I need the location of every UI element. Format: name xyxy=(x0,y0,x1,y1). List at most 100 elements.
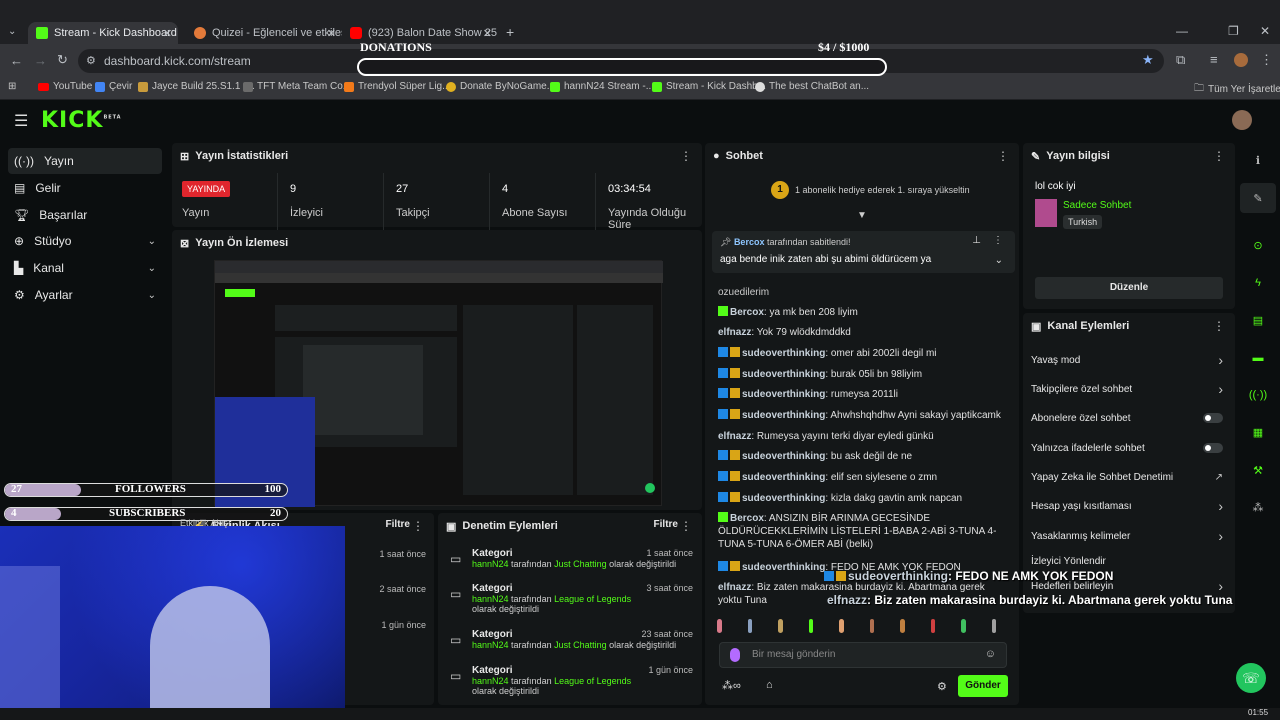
chat-username[interactable]: sudeoverthinking xyxy=(742,389,825,400)
chat-username[interactable]: Bercox xyxy=(730,513,764,524)
minimize-icon[interactable]: — xyxy=(1176,24,1188,38)
camera-icon[interactable]: ⊙ xyxy=(1240,230,1276,260)
channel-action-item[interactable]: Yavaş mod › xyxy=(1031,352,1231,368)
chat-username[interactable]: sudeoverthinking xyxy=(742,348,825,359)
note-icon[interactable]: ▤ xyxy=(1240,305,1276,335)
category-link[interactable]: Sadece Sohbet xyxy=(1063,200,1131,211)
tab-quizei[interactable]: Quizei - Eğlenceli ve etkileşimli ✕ xyxy=(186,22,342,44)
chat-settings-icon[interactable]: ⚙ xyxy=(937,680,947,693)
channel-action-item[interactable]: İzleyici Yönlendir xyxy=(1031,553,1231,569)
mod-user[interactable]: hannN24 xyxy=(472,594,509,604)
close-tab-icon[interactable]: ✕ xyxy=(327,27,336,40)
channel-action-item[interactable]: Yapay Zeka ile Sohbet Denetimi ↗ xyxy=(1031,469,1231,485)
emoji-icon[interactable]: ☺ xyxy=(985,648,996,660)
channel-action-item[interactable]: Abonelere özel sohbet xyxy=(1031,410,1231,426)
moderation-filter-button[interactable]: Filtre xyxy=(654,519,678,530)
emote-icon[interactable] xyxy=(930,619,935,633)
shop-icon[interactable]: ⌂ xyxy=(766,679,773,691)
site-info-icon[interactable]: ⚙ xyxy=(86,49,96,73)
extensions-icon[interactable]: ⧉ xyxy=(1176,52,1185,68)
bookmark-trendyol[interactable]: Trendyol Süper Lig... xyxy=(344,81,450,92)
close-tab-icon[interactable]: ✕ xyxy=(483,27,492,40)
bookmark-chatbot[interactable]: The best ChatBot an... xyxy=(755,81,869,92)
gift-notice[interactable]: 1 abonelik hediye ederek 1. sıraya yükse… xyxy=(795,185,970,195)
info-menu-icon[interactable]: ⋮ xyxy=(1213,149,1225,163)
sidebar-item-kanal[interactable]: ▙ Kanal ⌄ xyxy=(8,255,162,281)
activity-filter-button[interactable]: Filtre xyxy=(386,519,410,530)
tab-kick-dashboard[interactable]: Stream - Kick Dashboard ✕ xyxy=(28,22,178,44)
pencil-icon[interactable]: ✎ xyxy=(1240,183,1276,213)
chat-username[interactable]: elfnazz xyxy=(718,431,751,442)
mod-game[interactable]: Just Chatting xyxy=(554,640,607,650)
emote-icon[interactable] xyxy=(778,619,783,633)
bookmark-donate[interactable]: Donate ByNoGame... xyxy=(446,81,555,92)
chat-input[interactable]: Bir mesaj gönderin ☺ xyxy=(719,642,1007,668)
channel-action-item[interactable]: Yalnızca ifadelerle sohbet xyxy=(1031,440,1231,456)
layout-icon[interactable]: ▦ xyxy=(1240,417,1276,447)
mod-game[interactable]: League of Legends xyxy=(554,594,631,604)
bookmark-youtube[interactable]: YouTube xyxy=(38,81,92,92)
user-avatar[interactable] xyxy=(1232,110,1252,130)
moderation-menu-icon[interactable]: ⋮ xyxy=(680,519,692,533)
activity-menu-icon[interactable]: ⋮ xyxy=(412,519,424,533)
chat-menu-icon[interactable]: ⋮ xyxy=(997,149,1009,163)
mod-user[interactable]: hannN24 xyxy=(472,676,509,686)
all-bookmarks[interactable]: 🗀 Tüm Yer İşaretleri xyxy=(1194,81,1280,98)
voice-icon[interactable] xyxy=(730,648,740,662)
mod-user[interactable]: hannN24 xyxy=(472,640,509,650)
emote-icon[interactable] xyxy=(900,619,905,633)
reload-icon[interactable]: ↻ xyxy=(57,52,68,68)
toggle-switch[interactable] xyxy=(1203,413,1223,423)
hamburger-menu-icon[interactable]: ☰ xyxy=(14,111,28,131)
channel-actions-menu-icon[interactable]: ⋮ xyxy=(1213,319,1225,333)
bookmark-tft[interactable]: TFT Meta Team Co... xyxy=(243,81,351,92)
mod-game[interactable]: League of Legends xyxy=(554,676,631,686)
preview-video[interactable] xyxy=(214,260,663,507)
pinned-menu-icon[interactable]: ⋮ xyxy=(993,235,1003,246)
sidebar-item-ayarlar[interactable]: ⚙ Ayarlar ⌄ xyxy=(8,282,162,308)
sidebar-item-yayin[interactable]: ((·)) Yayın xyxy=(8,148,162,174)
channel-action-item[interactable]: Hesap yaşı kısıtlaması › xyxy=(1031,498,1231,514)
bookmark-jayce[interactable]: Jayce Build 25.S1.1 -... xyxy=(138,81,255,92)
toggle-switch[interactable] xyxy=(1203,443,1223,453)
pinned-message[interactable]: 📌︎ Bercox tarafından sabitlendi! aga ben… xyxy=(712,231,1015,273)
bookmark-cevir[interactable]: Çevir xyxy=(95,81,132,92)
emote-icon[interactable] xyxy=(747,619,752,633)
back-icon[interactable]: ← xyxy=(10,53,23,68)
restore-icon[interactable]: ❐ xyxy=(1228,24,1239,38)
mod-user[interactable]: hannN24 xyxy=(472,559,509,569)
close-window-icon[interactable]: ✕ xyxy=(1260,24,1270,38)
forward-icon[interactable]: → xyxy=(34,53,47,68)
emote-icon[interactable] xyxy=(808,619,813,633)
chat-scroll-icon[interactable]: ▼ xyxy=(857,210,867,221)
points-icon[interactable]: ⁂∞ xyxy=(722,679,741,692)
channel-action-item[interactable]: Takipçilere özel sohbet › xyxy=(1031,381,1231,397)
chat-username[interactable]: Bercox xyxy=(730,307,764,318)
sidebar-item-studyo[interactable]: ⊕ Stüdyo ⌄ xyxy=(8,228,162,254)
broadcast-icon[interactable]: ((·)) xyxy=(1240,380,1276,410)
close-tab-icon[interactable]: ✕ xyxy=(163,27,172,40)
channel-action-item[interactable]: Yasaklanmış kelimeler › xyxy=(1031,528,1231,544)
bookmark-hann-stream[interactable]: hannN24 Stream -... xyxy=(550,81,654,92)
emote-icon[interactable] xyxy=(717,619,722,633)
kick-logo[interactable]: KICKBETA xyxy=(41,108,122,133)
chat-username[interactable]: elfnazz xyxy=(718,582,751,593)
profile-avatar[interactable] xyxy=(1234,53,1248,67)
sidebar-item-basarilar[interactable]: 🏆︎ Başarılar xyxy=(8,202,162,228)
chat-username[interactable]: elfnazz xyxy=(718,327,751,338)
edit-button[interactable]: Düzenle xyxy=(1035,277,1223,299)
sidebar-item-gelir[interactable]: ▤ Gelir xyxy=(8,175,162,201)
send-button[interactable]: Gönder xyxy=(958,675,1008,697)
media-icon[interactable]: ≡ xyxy=(1210,52,1218,67)
bolt-icon[interactable]: ϟ xyxy=(1240,268,1276,298)
emote-icon[interactable] xyxy=(869,619,874,633)
chat-username[interactable]: sudeoverthinking xyxy=(742,369,825,380)
emote-icon[interactable] xyxy=(839,619,844,633)
wrench-icon[interactable]: ⚒ xyxy=(1240,455,1276,485)
chat-username[interactable]: sudeoverthinking xyxy=(742,562,825,573)
browser-menu-icon[interactable]: ⋮ xyxy=(1260,52,1273,68)
chat-username[interactable]: sudeoverthinking xyxy=(742,451,825,462)
emote-icon[interactable] xyxy=(991,619,996,633)
unpin-icon[interactable]: ⊥ xyxy=(972,235,981,246)
chat-username[interactable]: sudeoverthinking xyxy=(742,493,825,504)
